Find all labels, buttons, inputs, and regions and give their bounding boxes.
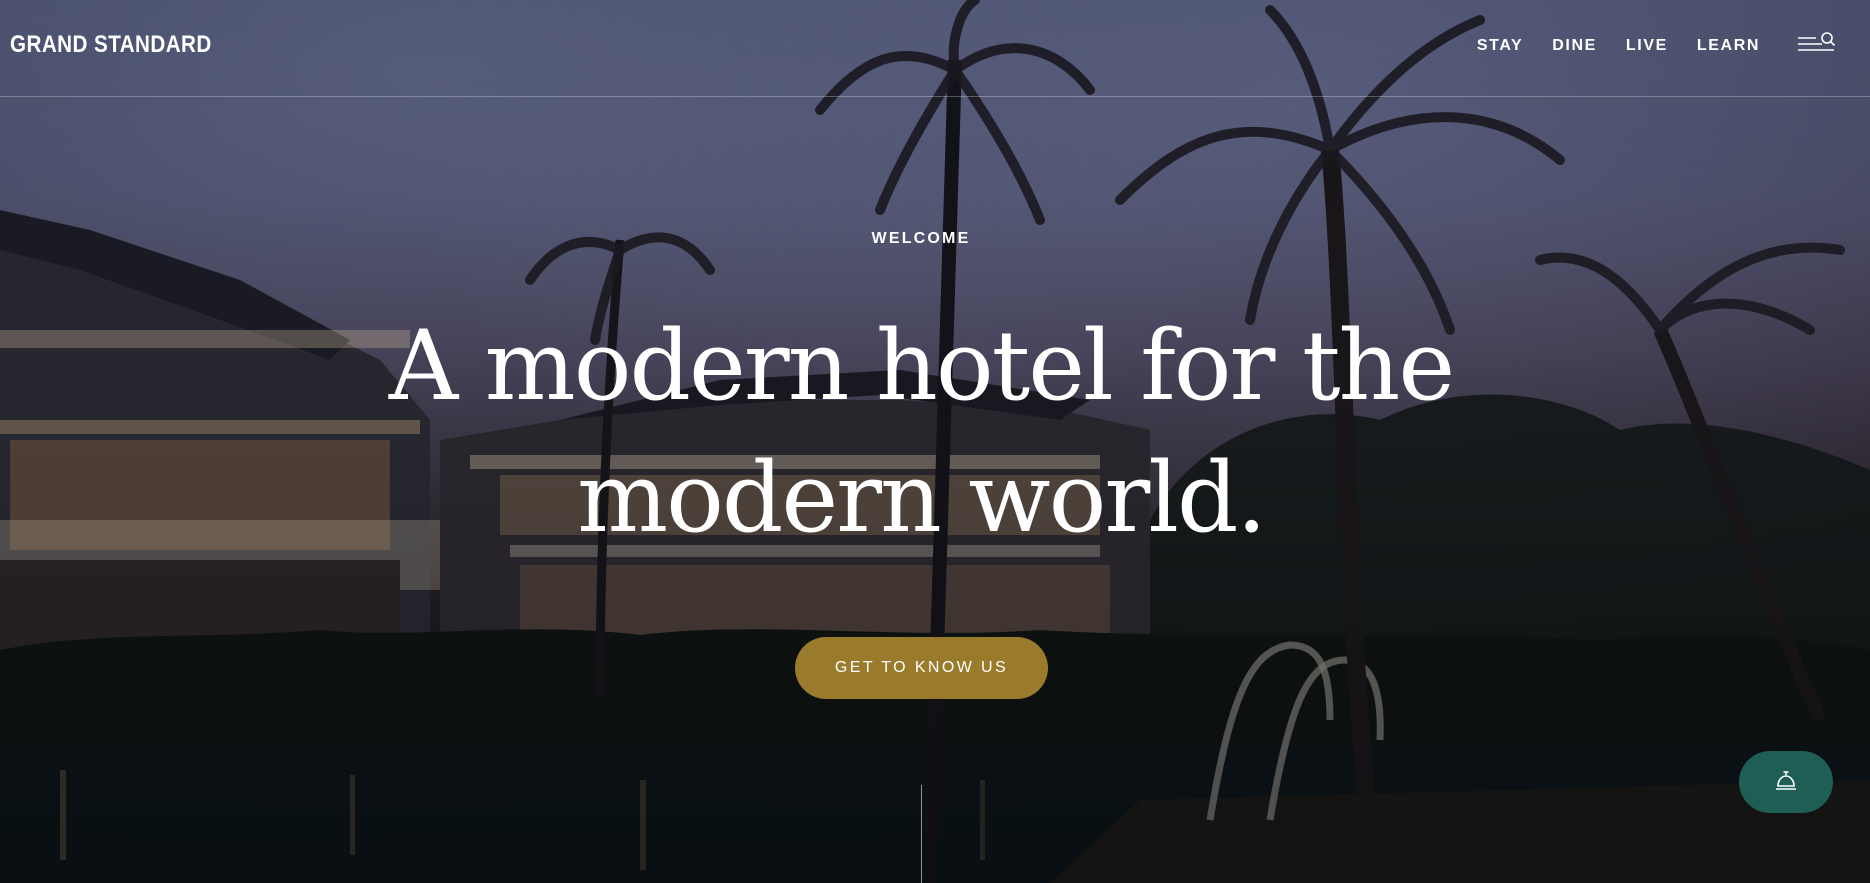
nav-item-dine[interactable]: DINE bbox=[1552, 37, 1597, 55]
hero-title: A modern hotel for the modern world. bbox=[0, 300, 1842, 564]
page: GRAND STANDARD STAY DINE LIVE LEARN WELC… bbox=[0, 0, 1870, 883]
nav-item-live[interactable]: LIVE bbox=[1626, 37, 1668, 55]
menu-search-icon[interactable] bbox=[1796, 32, 1836, 56]
service-bell-icon bbox=[1774, 769, 1798, 796]
hero-title-line-1: A modern hotel for the bbox=[388, 310, 1455, 422]
site-logo[interactable]: GRAND STANDARD bbox=[10, 31, 212, 59]
nav-item-learn[interactable]: LEARN bbox=[1697, 37, 1760, 55]
scroll-indicator-line bbox=[921, 785, 922, 883]
nav-item-stay[interactable]: STAY bbox=[1477, 37, 1523, 55]
concierge-button[interactable] bbox=[1739, 751, 1833, 813]
site-header: GRAND STANDARD STAY DINE LIVE LEARN bbox=[0, 0, 1870, 97]
main-nav: STAY DINE LIVE LEARN bbox=[1448, 37, 1760, 55]
hero-kicker: WELCOME bbox=[871, 230, 971, 247]
get-to-know-us-button[interactable]: GET TO KNOW US bbox=[795, 637, 1048, 699]
hero-title-line-2: modern world. bbox=[577, 442, 1267, 554]
